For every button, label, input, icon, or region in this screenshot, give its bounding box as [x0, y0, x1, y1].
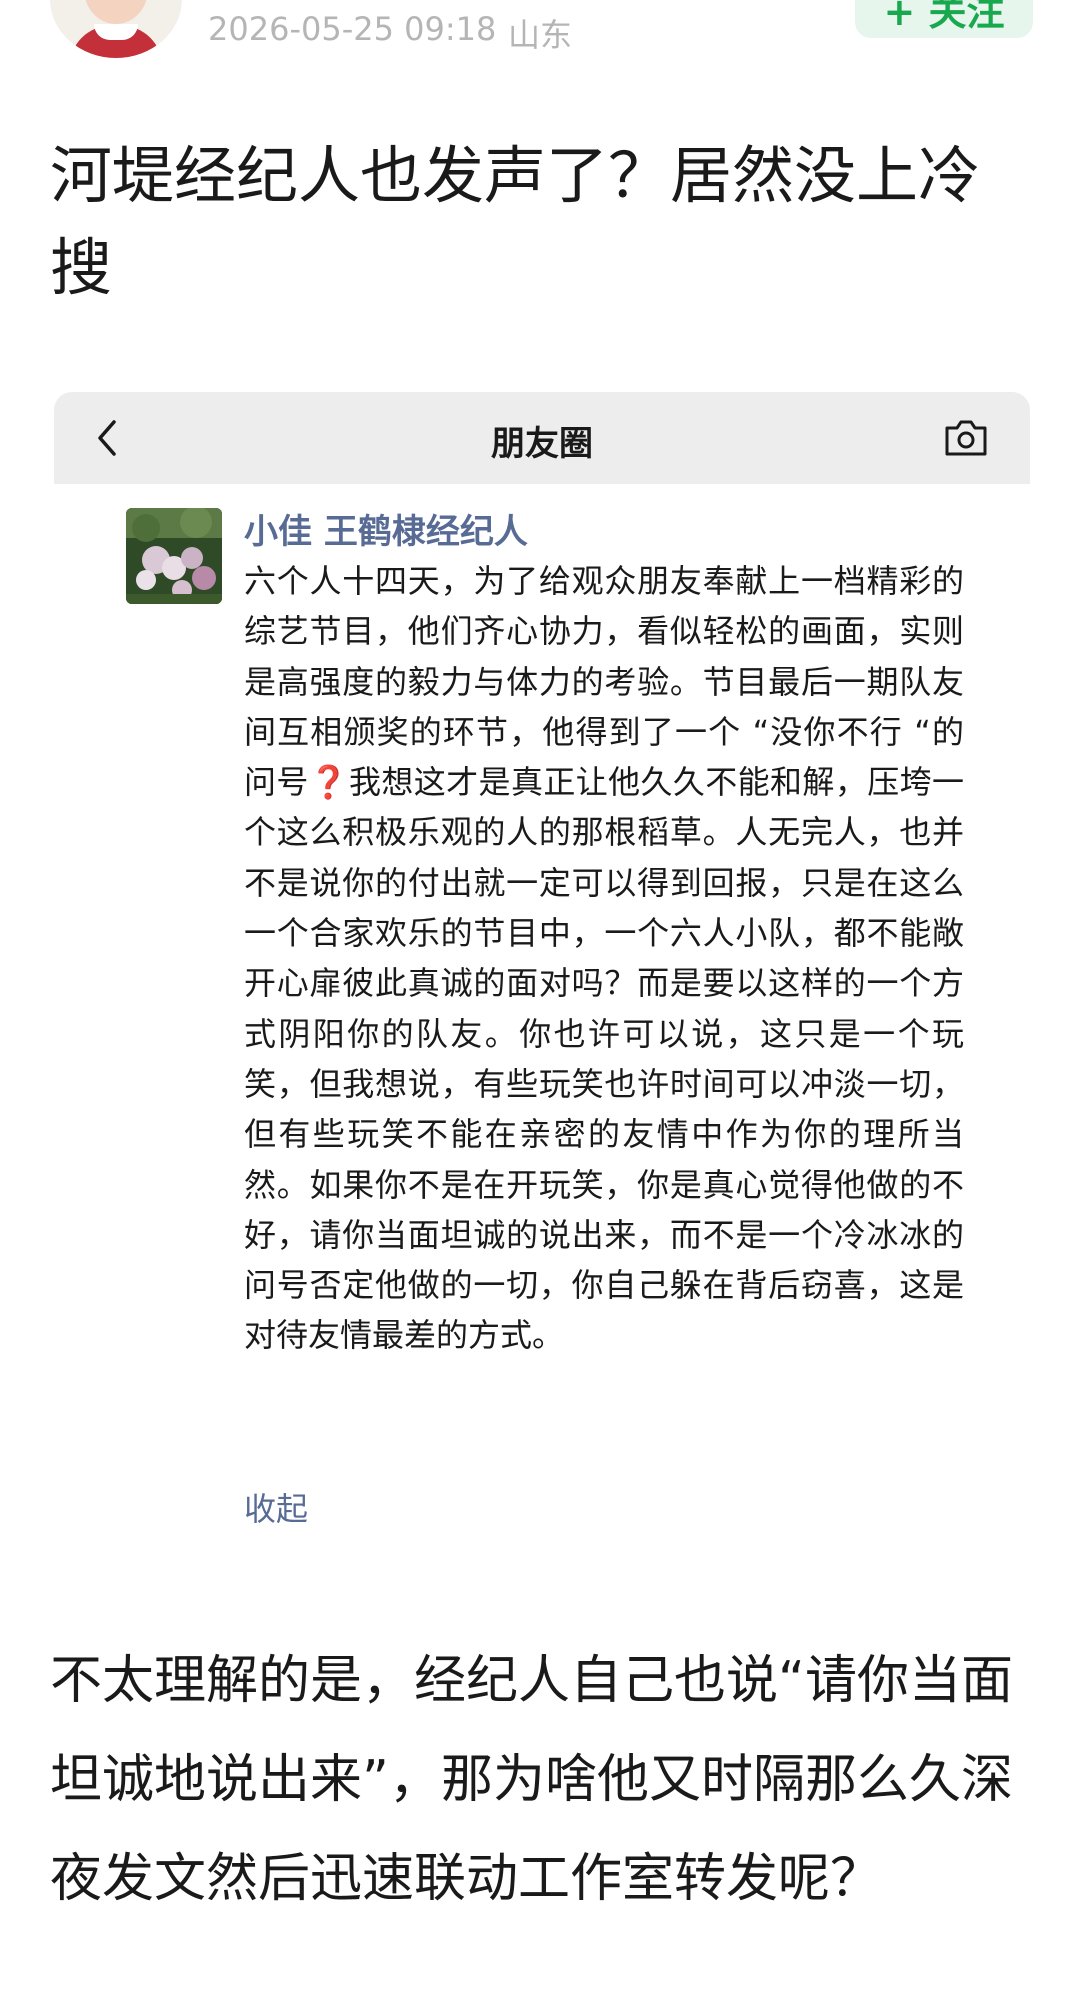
wechat-moments-screenshot: 朋友圈 小佳 王鹤棣经纪人 六个人十四天，为了给观众朋友奉献上一档精彩的综艺节目… — [54, 392, 1030, 1552]
post-location: 山东 — [508, 16, 573, 54]
collapse-link[interactable]: 收起 — [244, 1484, 308, 1530]
post-header: 2026-05-25 09:18 山东 + 关注 — [0, 0, 1080, 70]
camera-icon[interactable] — [942, 416, 990, 460]
post-timestamp: 2026-05-25 09:18 — [208, 10, 497, 48]
author-avatar[interactable] — [50, 0, 182, 58]
avatar-face — [84, 0, 148, 24]
flower-garden-image — [126, 508, 222, 604]
moment-body-text: 六个人十四天，为了给观众朋友奉献上一档精彩的综艺节目，他们齐心协力，看似轻松的画… — [244, 562, 964, 1355]
follow-button[interactable]: + 关注 — [855, 0, 1033, 38]
post-title: 河堤经纪人也发声了？居然没上冷搜 — [50, 139, 981, 304]
post-commentary: 不太理解的是，经纪人自己也说“请你当面坦诚地说出来”，那为啥他又时隔那么久深夜发… — [50, 1651, 1013, 1909]
moment-author-avatar[interactable] — [126, 508, 222, 604]
moments-nav-bar: 朋友圈 — [54, 392, 1030, 484]
moments-nav-title: 朋友圈 — [491, 424, 593, 464]
camera-icon-glyph — [945, 420, 987, 456]
moment-author-name[interactable]: 小佳 王鹤棣经纪人 — [244, 504, 528, 553]
